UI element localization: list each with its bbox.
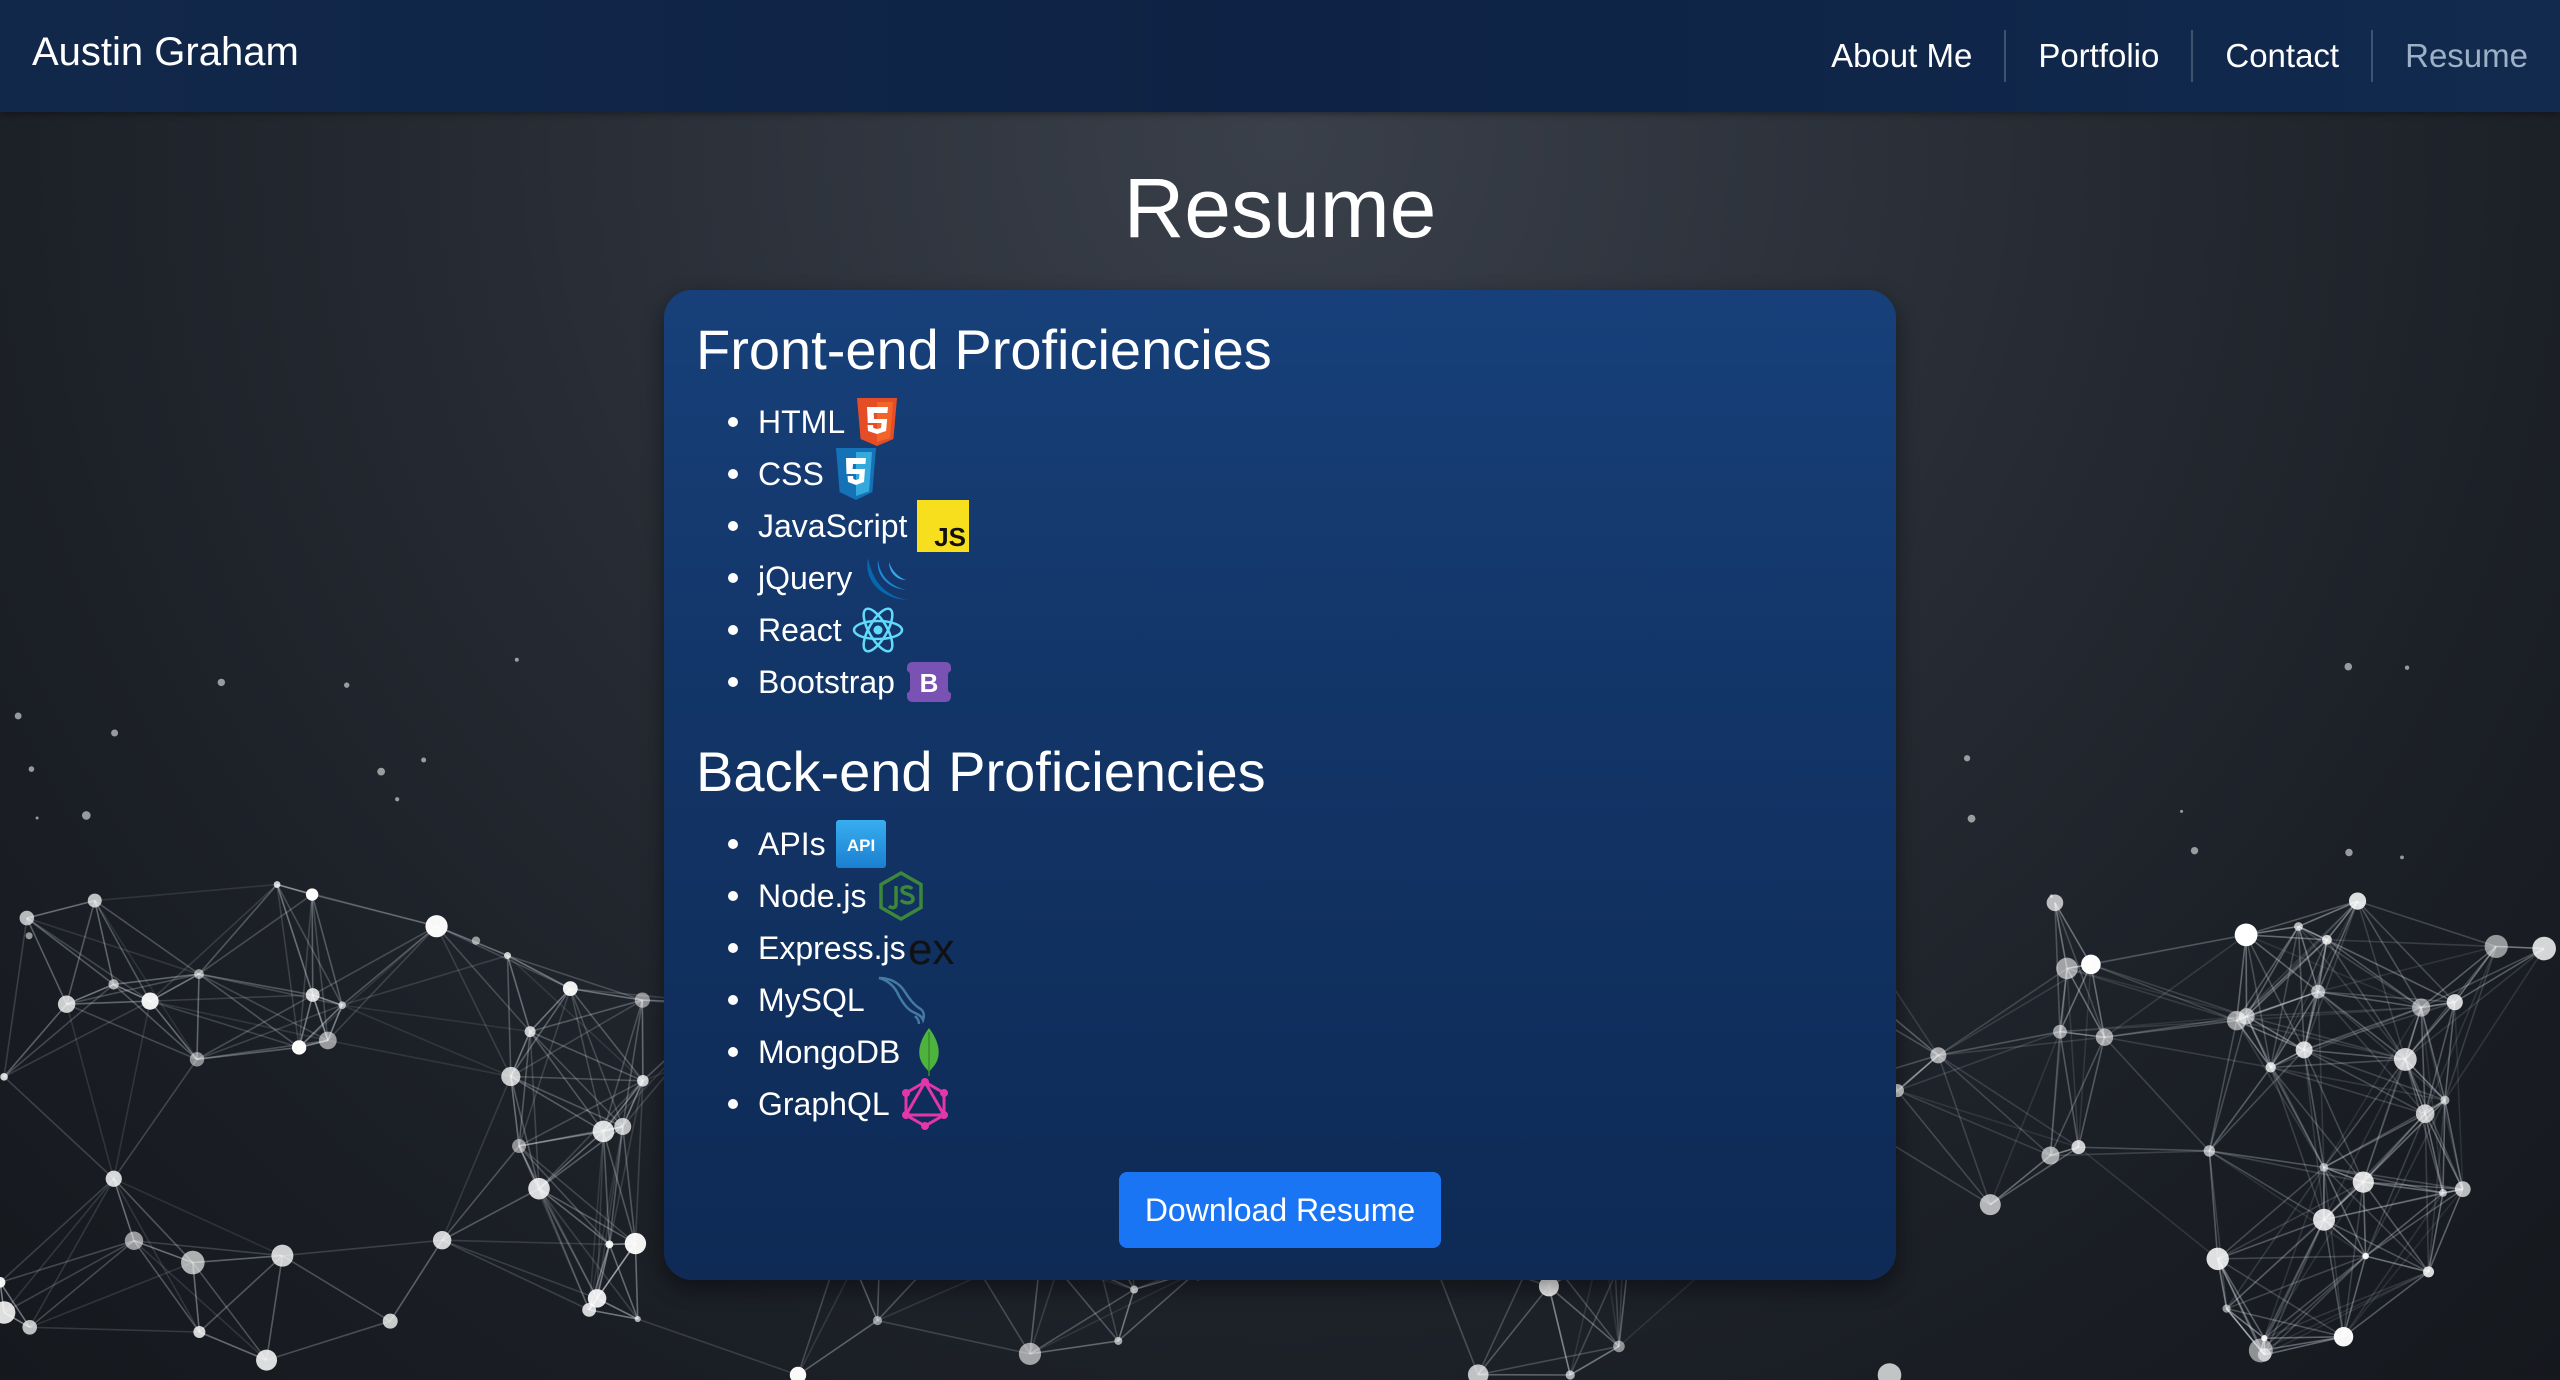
list-item: JavaScript JS: [728, 500, 1864, 552]
bullet: [728, 625, 738, 635]
brand-link[interactable]: Austin Graham: [32, 30, 299, 75]
skill-label: React: [758, 611, 842, 648]
skill-label: HTML: [758, 403, 846, 440]
list-item: jQuery: [728, 552, 1864, 604]
list-item: HTML: [728, 396, 1864, 448]
backend-heading: Back-end Proficiencies: [696, 740, 1266, 803]
skill-label: Express.js: [758, 929, 906, 966]
skill-label: GraphQL: [758, 1085, 890, 1122]
bootstrap-icon-text: B: [920, 668, 939, 698]
list-item: CSS: [728, 448, 1864, 500]
list-item: Bootstrap B: [728, 656, 1864, 708]
list-item: Express.js ex: [728, 922, 1864, 974]
bullet: [728, 417, 738, 427]
express-icon: ex: [908, 926, 968, 970]
bullet: [728, 1099, 738, 1109]
api-icon-text: API: [846, 836, 874, 855]
download-wrap: Download Resume: [664, 1172, 1896, 1248]
nodejs-icon: [877, 870, 925, 922]
list-item: React: [728, 604, 1864, 656]
mysql-icon: [875, 972, 931, 1028]
skill-label: APIs: [758, 825, 826, 862]
api-icon: API: [835, 820, 886, 868]
css3-icon: [834, 448, 878, 500]
bullet: [728, 995, 738, 1005]
nav-link-about-me[interactable]: About Me: [1799, 30, 2004, 82]
list-item: MySQL: [728, 974, 1864, 1026]
jquery-icon: [862, 552, 914, 604]
list-item: GraphQL: [728, 1078, 1864, 1130]
frontend-list: HTML CSS JavaScript JS jQuery React Boot…: [696, 396, 1864, 708]
bullet: [728, 521, 738, 531]
js-icon-text: JS: [935, 522, 967, 552]
nav-links: About Me Portfolio Contact Resume: [1799, 30, 2560, 82]
list-item: APIs API: [728, 818, 1864, 870]
react-icon: [852, 606, 904, 654]
mongodb-icon: [916, 1026, 942, 1078]
list-item: MongoDB: [728, 1026, 1864, 1078]
skill-label: CSS: [758, 455, 824, 492]
express-icon-text: ex: [908, 926, 954, 970]
html5-icon: [855, 398, 899, 446]
graphql-icon: [900, 1078, 950, 1130]
bullet: [728, 943, 738, 953]
page-title: Resume: [1123, 161, 1437, 255]
bullet: [728, 839, 738, 849]
navbar: Austin Graham About Me Portfolio Contact…: [0, 0, 2560, 112]
skill-label: Bootstrap: [758, 663, 895, 700]
resume-card: Front-end Proficiencies HTML CSS JavaScr…: [664, 290, 1896, 1280]
bullet: [728, 573, 738, 583]
skill-label: MySQL: [758, 981, 865, 1018]
skill-label: JavaScript: [758, 507, 908, 544]
nav-link-resume[interactable]: Resume: [2371, 30, 2560, 82]
skill-label: MongoDB: [758, 1033, 901, 1070]
backend-list: APIs API Node.js Express.js ex MySQL Mon…: [696, 818, 1864, 1130]
bullet: [728, 1047, 738, 1057]
javascript-icon: JS: [917, 500, 970, 552]
download-resume-button[interactable]: Download Resume: [1118, 1172, 1442, 1248]
bootstrap-icon: B: [905, 660, 953, 704]
nav-link-contact[interactable]: Contact: [2191, 30, 2371, 82]
skill-label: jQuery: [758, 559, 853, 596]
list-item: Node.js: [728, 870, 1864, 922]
nav-link-portfolio[interactable]: Portfolio: [2004, 30, 2191, 82]
frontend-heading: Front-end Proficiencies: [696, 318, 1272, 381]
bullet: [728, 891, 738, 901]
bullet: [728, 469, 738, 479]
bullet: [728, 677, 738, 687]
skill-label: Node.js: [758, 877, 867, 914]
